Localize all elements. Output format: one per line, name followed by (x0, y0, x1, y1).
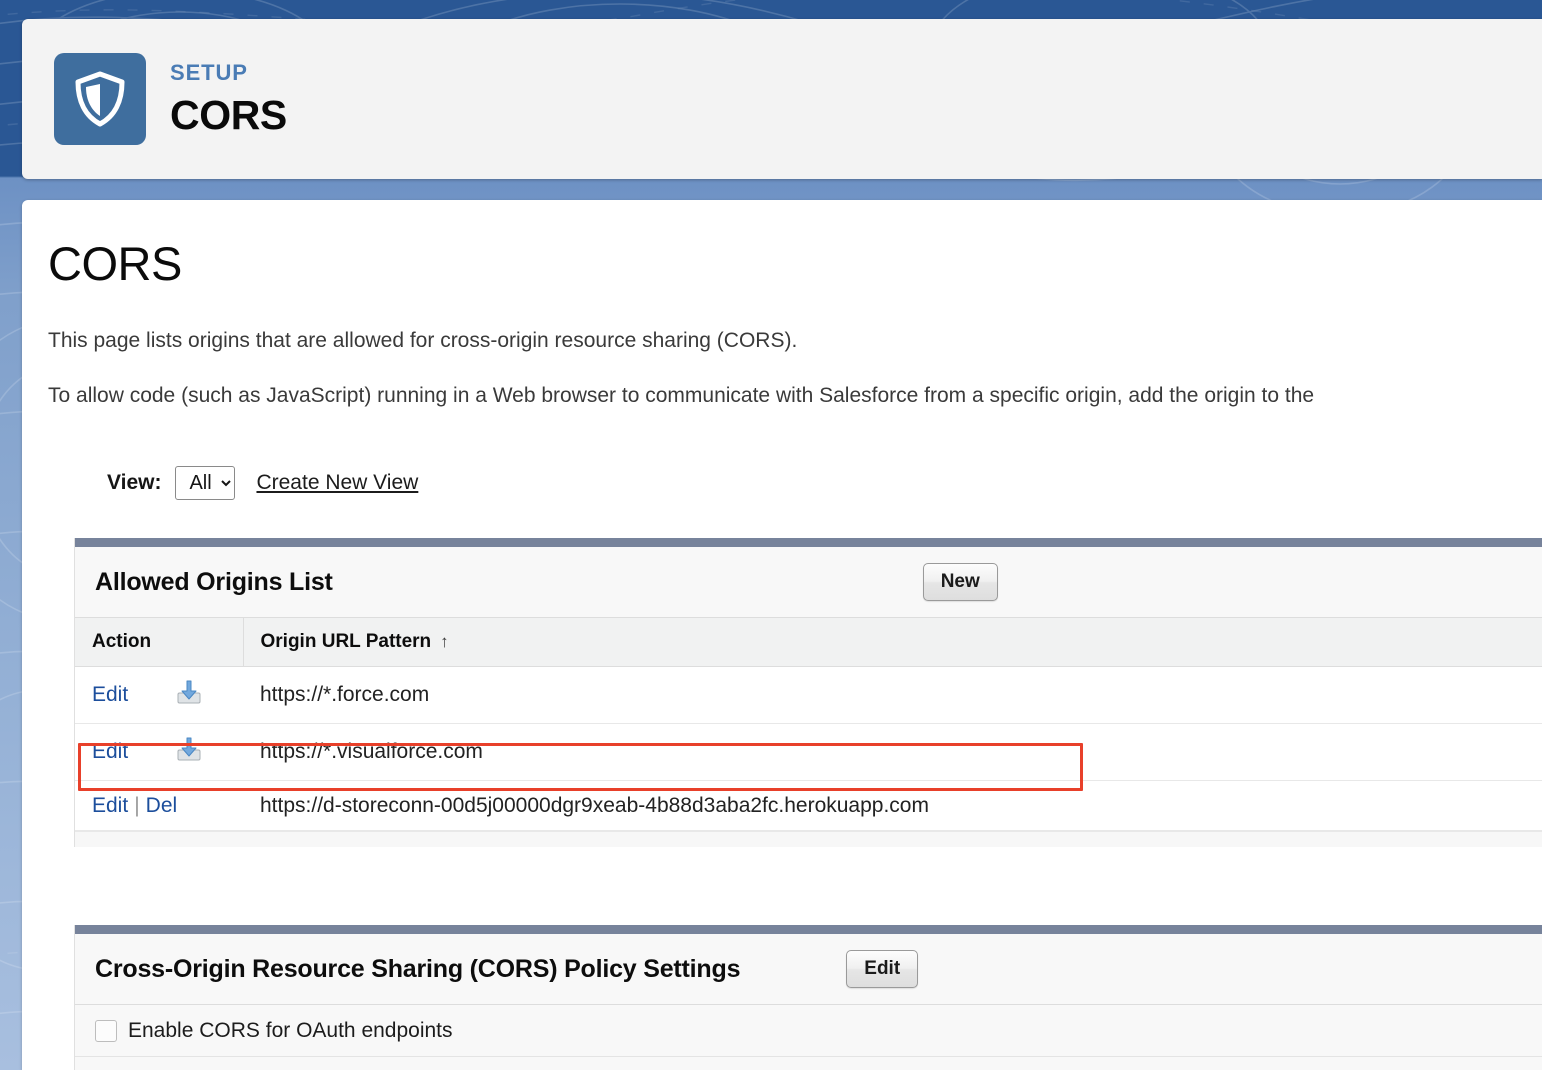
action-separator: | (134, 793, 140, 817)
allowed-origins-title: Allowed Origins List (95, 567, 333, 596)
enable-cors-oauth-checkbox[interactable] (95, 1019, 117, 1042)
row-actions: Edit | Del (75, 780, 177, 831)
setup-header-card: SETUP CORS (22, 19, 1542, 179)
origin-url-cell: https://*.force.com (243, 666, 1542, 724)
cors-policy-settings-panel: Cross-Origin Resource Sharing (CORS) Pol… (74, 925, 1542, 1070)
main-content-card: CORS This page lists origins that are al… (22, 200, 1542, 1070)
column-header-origin[interactable]: Origin URL Pattern ↑ (243, 617, 1542, 667)
policy-settings-body: Enable CORS for OAuth endpoints (75, 1004, 1542, 1056)
table-row: Edit https://*.force.com (75, 666, 1542, 724)
page-title: CORS (48, 237, 182, 290)
setup-breadcrumb: SETUP (170, 60, 248, 86)
policy-settings-header: Cross-Origin Resource Sharing (CORS) Pol… (75, 934, 1542, 1004)
create-new-view-link[interactable]: Create New View (256, 471, 418, 495)
setup-page-title: CORS (170, 91, 287, 138)
edit-button[interactable]: Edit (846, 950, 919, 988)
page-description-1: This page lists origins that are allowed… (48, 329, 798, 352)
page-description-2: To allow code (such as JavaScript) runni… (48, 384, 1315, 407)
allowed-origins-table-body: Edit https://*.force.com Edit https://*.… (75, 666, 1542, 831)
shield-icon (54, 53, 146, 145)
view-label: View: (107, 471, 162, 494)
table-row: Edit https://*.visualforce.com (75, 723, 1542, 781)
allowed-origins-footer (75, 831, 1542, 847)
row-actions: Edit (75, 723, 159, 781)
new-button[interactable]: New (922, 563, 998, 601)
package-icon-cell (159, 723, 243, 781)
installed-package-icon (177, 737, 201, 761)
package-icon-cell (159, 666, 243, 724)
installed-package-icon (177, 680, 201, 704)
policy-settings-title: Cross-Origin Resource Sharing (CORS) Pol… (95, 954, 741, 983)
edit-link[interactable]: Edit (92, 740, 128, 763)
allowed-origins-header: Allowed Origins List New (75, 547, 1542, 617)
delete-link[interactable]: Del (146, 794, 178, 817)
allowed-origins-panel: Allowed Origins List New Action Origin U… (74, 538, 1542, 847)
edit-link[interactable]: Edit (92, 683, 128, 706)
origin-url-cell: https://*.visualforce.com (243, 723, 1542, 781)
panel-accent-bar (75, 538, 1542, 547)
policy-settings-footer (75, 1056, 1542, 1070)
column-header-origin-label: Origin URL Pattern (260, 631, 432, 652)
table-row: Edit | Del https://d-storeconn-00d5j00000d… (75, 780, 1542, 831)
setup-header-titles: SETUP CORS (170, 60, 287, 137)
row-actions: Edit (75, 666, 159, 724)
edit-link[interactable]: Edit (92, 794, 128, 817)
origin-url-cell: https://d-storeconn-00d5j00000dgr9xeab-4… (243, 780, 1542, 831)
allowed-origins-table: Action Origin URL Pattern ↑ Edit https:/… (75, 617, 1542, 831)
view-select[interactable]: All (175, 466, 236, 500)
view-bar: View: All Create New View (107, 466, 1542, 500)
sort-ascending-icon: ↑ (440, 632, 449, 651)
enable-cors-oauth-label: Enable CORS for OAuth endpoints (128, 1018, 453, 1042)
panel-accent-bar (75, 925, 1542, 934)
table-header-row: Action Origin URL Pattern ↑ (75, 617, 1542, 667)
column-header-action[interactable]: Action (75, 617, 244, 667)
